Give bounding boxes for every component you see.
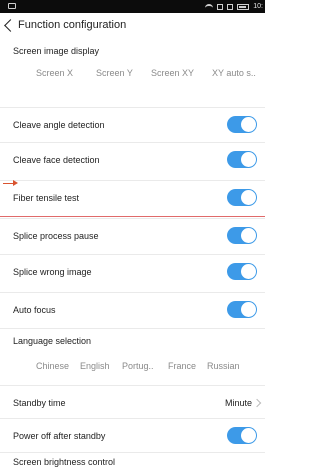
row-cleave-angle-detection: Cleave angle detection [0,107,265,141]
row-splice-wrong-image: Splice wrong image [0,254,265,288]
divider [0,452,265,453]
battery-icon [237,3,250,10]
row-label: Cleave angle detection [13,120,105,130]
row-label: Fiber tensile test [13,193,80,203]
language-selection-label: Language selection [13,336,92,346]
sim-icon [227,3,234,10]
cleave-angle-toggle[interactable] [227,116,257,133]
toggle-knob [241,152,256,167]
standby-time-value: Minute [224,398,252,408]
toggle-knob [241,302,256,317]
row-label: Standby time [13,398,66,408]
annotation-line [0,216,265,217]
splice-wrong-image-toggle[interactable] [227,263,257,280]
annotation-arrow [3,180,18,186]
row-label: Auto focus [13,305,56,315]
fiber-tensile-toggle[interactable] [227,189,257,206]
splice-pause-toggle[interactable] [227,227,257,244]
header: Function configuration [0,13,265,39]
option-xy-auto[interactable]: XY auto s.. [212,68,256,78]
toggle-knob [241,228,256,243]
toggle-knob [241,264,256,279]
language-options: Chinese English Portug.. France Russian [0,353,265,379]
wifi-icon [205,3,214,10]
option-france[interactable]: France [168,361,196,371]
toggle-knob [241,428,256,443]
row-cleave-face-detection: Cleave face detection [0,142,265,176]
row-label: Power off after standby [13,431,106,441]
cleave-face-toggle[interactable] [227,151,257,168]
toggle-knob [241,117,256,132]
signal-icon [217,3,224,10]
divider [0,328,265,329]
power-off-toggle[interactable] [227,427,257,444]
option-screen-y[interactable]: Screen Y [96,68,133,78]
row-power-off-after-standby: Power off after standby [0,418,265,452]
row-label: Splice process pause [13,231,99,241]
option-portuguese[interactable]: Portug.. [122,361,154,371]
chevron-right-icon [252,398,262,408]
option-english[interactable]: English [80,361,110,371]
option-screen-x[interactable]: Screen X [36,68,73,78]
auto-focus-toggle[interactable] [227,301,257,318]
status-time: 10: [253,3,263,10]
screen-image-options: Screen X Screen Y Screen XY XY auto s.. [0,60,265,86]
status-icons: 10: [205,2,263,11]
status-bar: 10: [0,0,265,13]
row-fiber-tensile-test: Fiber tensile test [0,180,265,214]
screen-image-display-label: Screen image display [13,46,100,56]
row-splice-process-pause: Splice process pause [0,218,265,252]
page-title: Function configuration [18,19,127,31]
notification-icon [8,3,16,9]
screen-brightness-label: Screen brightness control [13,457,116,467]
row-auto-focus: Auto focus [0,292,265,326]
row-standby-time[interactable]: Standby time Minute [0,385,265,419]
toggle-knob [241,190,256,205]
option-screen-xy[interactable]: Screen XY [151,68,194,78]
option-chinese[interactable]: Chinese [36,361,69,371]
row-label: Cleave face detection [13,155,100,165]
option-russian[interactable]: Russian [207,361,240,371]
row-label: Splice wrong image [13,267,92,277]
back-chevron-icon[interactable] [4,19,17,32]
